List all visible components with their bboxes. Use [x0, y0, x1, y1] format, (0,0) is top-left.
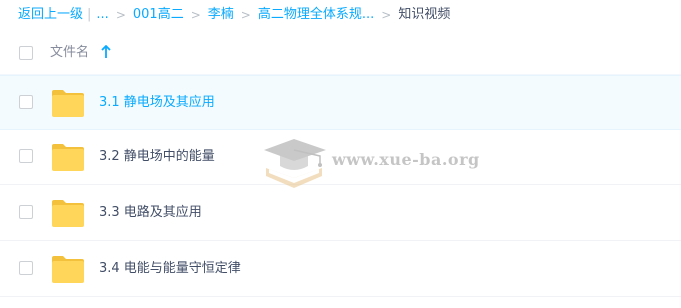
breadcrumb-item-linan[interactable]: 李楠: [208, 4, 234, 26]
column-header-filename[interactable]: 文件名: [50, 44, 89, 62]
file-browser: 返回上一级 | ... > 001高二 > 李楠 > 高二物理全体系规... >…: [0, 0, 681, 308]
row-checkbox[interactable]: [19, 149, 33, 163]
breadcrumb-ellipsis[interactable]: ...: [96, 4, 108, 26]
file-row[interactable]: 3.4 电能与能量守恒定律: [0, 242, 681, 297]
breadcrumb-item-001[interactable]: 001高二: [133, 4, 184, 26]
file-name[interactable]: 3.3 电路及其应用: [99, 203, 202, 223]
folder-icon: [52, 256, 84, 283]
breadcrumb-separator-icon: >: [240, 8, 251, 22]
row-checkbox[interactable]: [19, 261, 33, 275]
breadcrumb-current: 知识视频: [398, 7, 451, 22]
breadcrumb-item-physics[interactable]: 高二物理全体系规...: [258, 4, 374, 26]
file-name[interactable]: 3.1 静电场及其应用: [99, 93, 215, 113]
breadcrumb-divider: |: [87, 7, 92, 22]
file-row[interactable]: 3.3 电路及其应用: [0, 186, 681, 241]
folder-icon: [52, 90, 84, 117]
file-name[interactable]: 3.2 静电场中的能量: [99, 147, 215, 167]
breadcrumb-separator-icon: >: [190, 8, 201, 22]
breadcrumb-separator-icon: >: [115, 8, 126, 22]
file-list-header: 文件名: [0, 36, 681, 75]
row-checkbox[interactable]: [19, 205, 33, 219]
folder-icon: [52, 200, 84, 227]
sort-ascending-icon[interactable]: [101, 45, 111, 59]
breadcrumb-separator-icon: >: [381, 8, 392, 22]
breadcrumb: 返回上一级 | ... > 001高二 > 李楠 > 高二物理全体系规... >…: [18, 4, 450, 26]
folder-icon: [52, 144, 84, 171]
file-row[interactable]: 3.1 静电场及其应用: [0, 75, 681, 130]
file-row[interactable]: 3.2 静电场中的能量: [0, 130, 681, 185]
file-name[interactable]: 3.4 电能与能量守恒定律: [99, 259, 241, 279]
row-checkbox[interactable]: [19, 95, 33, 109]
select-all-checkbox[interactable]: [19, 46, 33, 60]
back-link[interactable]: 返回上一级: [18, 4, 83, 26]
